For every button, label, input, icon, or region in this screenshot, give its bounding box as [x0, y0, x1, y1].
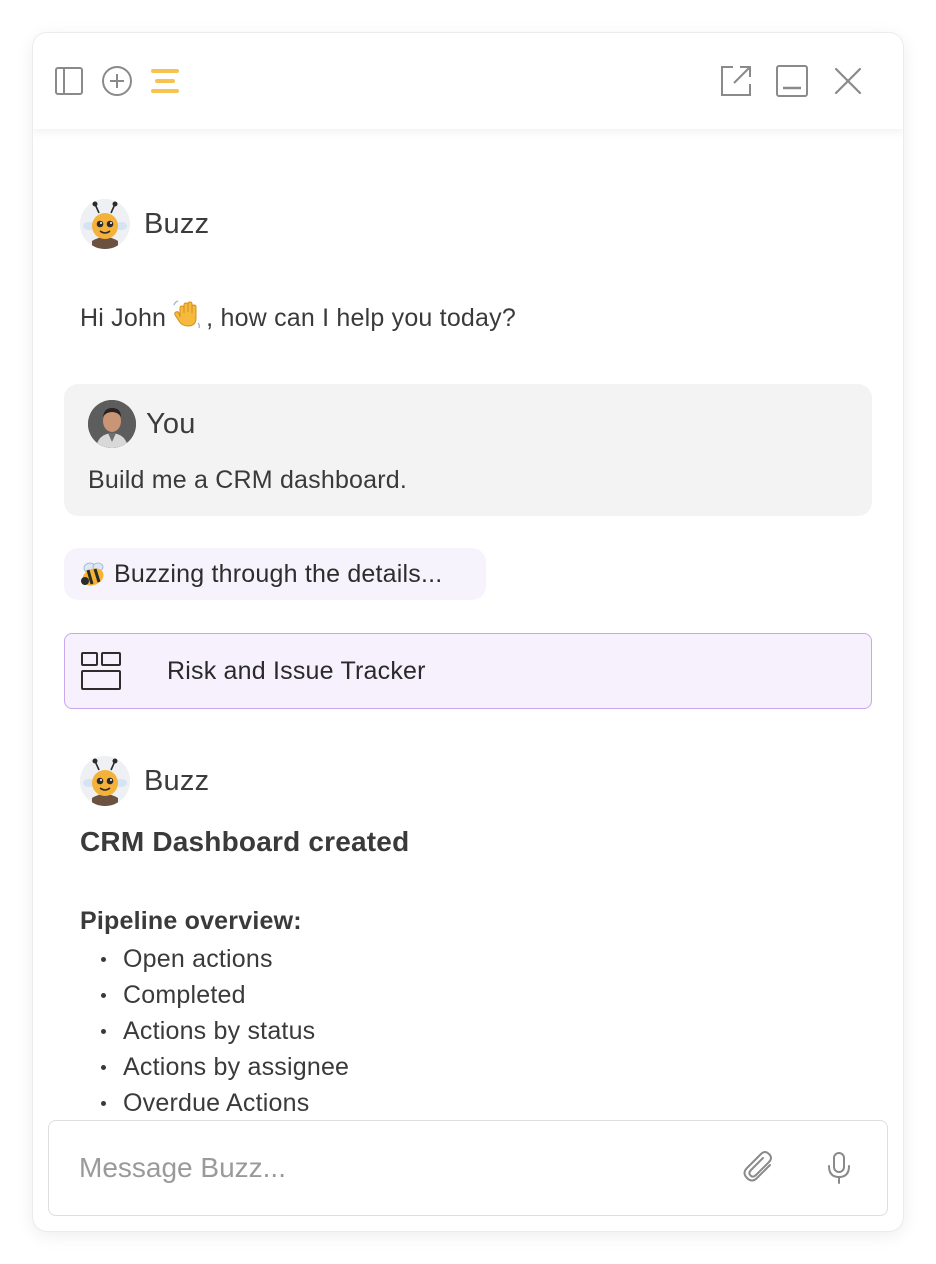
buzz-avatar: [80, 199, 130, 249]
close-icon[interactable]: [830, 63, 866, 99]
user-message-text: Build me a CRM dashboard.: [88, 466, 408, 494]
list-item-text: Actions by status: [123, 1017, 316, 1045]
buzz-sender: Buzz: [80, 199, 209, 249]
top-toolbar: [33, 33, 903, 129]
sidebar-toggle-icon[interactable]: [51, 63, 87, 99]
list-item-text: Completed: [123, 981, 246, 1009]
buzz-sender: Buzz: [80, 756, 209, 806]
list-item: Completed: [80, 977, 349, 1013]
user-message-card: You Build me a CRM dashboard.: [64, 384, 872, 516]
list-item: Open actions: [80, 941, 349, 977]
conversation: Buzz Hi John, how can I help you today? …: [33, 129, 903, 1119]
thinking-status-pill: Buzzing through the details...: [64, 548, 486, 600]
dashboard-layout-icon: [79, 649, 123, 693]
new-chat-icon[interactable]: [99, 63, 135, 99]
open-external-icon[interactable]: [718, 63, 754, 99]
list-item-text: Open actions: [123, 945, 273, 973]
pipeline-list: Open actions Completed Actions by status…: [80, 941, 349, 1121]
user-avatar: [88, 400, 136, 448]
status-text: Buzzing through the details...: [114, 559, 443, 588]
list-item: Actions by assignee: [80, 1049, 349, 1085]
greeting-text-start: Hi John: [80, 304, 167, 332]
sender-name: Buzz: [144, 207, 210, 240]
message-composer: [48, 1120, 888, 1216]
list-item-text: Actions by assignee: [123, 1053, 350, 1081]
buzz-avatar: [80, 756, 130, 806]
section-heading: Pipeline overview:: [80, 907, 302, 935]
list-item: Overdue Actions: [80, 1085, 349, 1121]
result-title: CRM Dashboard created: [80, 826, 410, 857]
user-sender: You: [88, 400, 196, 448]
artifact-card[interactable]: Risk and Issue Tracker: [64, 633, 872, 709]
sender-name: Buzz: [144, 764, 210, 797]
waving-hand-icon: [172, 299, 202, 336]
artifact-label: Risk and Issue Tracker: [167, 656, 426, 685]
message-input[interactable]: [79, 1145, 699, 1191]
greeting-text-end: , how can I help you today?: [206, 304, 516, 332]
greeting-message: Hi John , how can I help you today?: [80, 299, 516, 336]
paperclip-icon[interactable]: [741, 1150, 777, 1186]
buzz-menu-icon[interactable]: [147, 63, 183, 99]
list-item: Actions by status: [80, 1013, 349, 1049]
bee-icon: [78, 559, 108, 589]
chat-panel: Buzz Hi John, how can I help you today? …: [33, 33, 903, 1231]
list-item-text: Overdue Actions: [123, 1089, 310, 1117]
sender-name: You: [146, 407, 196, 440]
minimize-icon[interactable]: [774, 63, 810, 99]
microphone-icon[interactable]: [821, 1150, 857, 1186]
